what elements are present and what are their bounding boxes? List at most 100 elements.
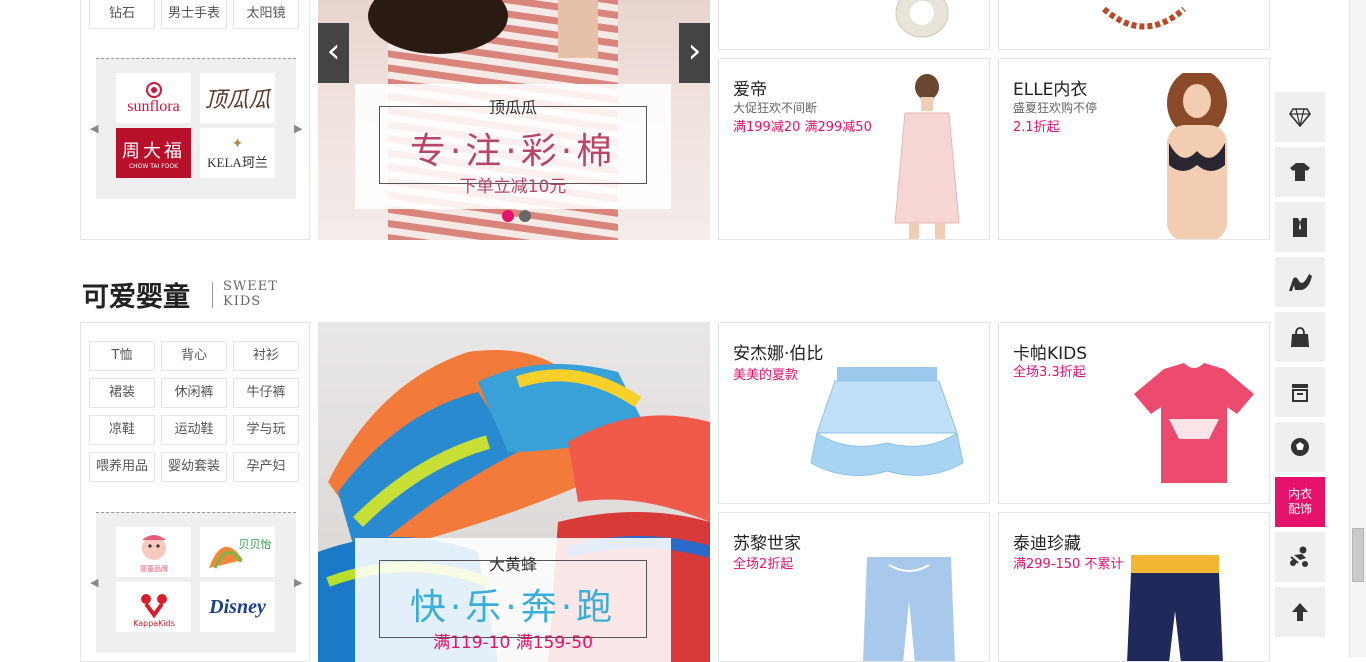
float-nav-baby[interactable] [1275, 532, 1325, 582]
svg-text:KappaKids: KappaKids [133, 619, 175, 628]
float-nav-active-label-1: 内衣 [1287, 487, 1312, 501]
tag-casual-pants[interactable]: 休闲裤 [161, 378, 227, 408]
float-nav-shoes[interactable] [1275, 257, 1325, 307]
tag-diamond[interactable]: 钻石 [89, 0, 155, 29]
brand-logo-beibeiyi[interactable]: 贝贝怡 [200, 527, 275, 577]
card-promo: 全场2折起 [733, 557, 794, 572]
tag-tshirt[interactable]: T恤 [89, 341, 155, 371]
brand-logo-sunflora[interactable]: sunflora [116, 73, 191, 123]
card-promo: 2.1折起 [1013, 120, 1060, 135]
home-icon [1292, 384, 1308, 402]
card-promo: 全场3.3折起 [1013, 365, 1086, 380]
card-desc: 盛夏狂欢购不停 [1013, 101, 1098, 115]
product-card-zurich-home[interactable]: 苏黎世家 全场2折起 [718, 512, 990, 662]
card-promo: 满299-150 不累计 [1013, 557, 1124, 572]
banner-headline: 专·注·彩·棉 [409, 131, 617, 172]
section-title: 可爱婴童 [82, 282, 190, 313]
brand-logo-dingguagua[interactable]: 顶瓜瓜 [200, 73, 275, 123]
pink-tshirt-image [1134, 363, 1254, 483]
banner-next-button[interactable]: › [679, 23, 710, 83]
banner-subtitle: 下单立减10元 [459, 177, 567, 197]
card-title: 泰迪珍藏 [1013, 534, 1081, 554]
brand-logo-disney[interactable]: Disney [200, 582, 275, 632]
tag-vest[interactable]: 背心 [161, 341, 227, 371]
brand-next-arrow[interactable]: ▶ [294, 122, 302, 135]
svg-text:贝贝怡: 贝贝怡 [238, 537, 271, 551]
tag-sneakers[interactable]: 运动鞋 [161, 415, 227, 445]
tag-men-watch[interactable]: 男士手表 [161, 0, 227, 29]
kids-shoes-banner[interactable]: 大黄蜂 快·乐·奔·跑 满119-10 满159-50 [318, 322, 710, 662]
tutu-skirt-image [810, 367, 964, 476]
float-nav-women-clothing[interactable] [1275, 147, 1325, 197]
banner-subtitle: 满119-10 满159-50 [433, 633, 593, 653]
brand-logo-balabala[interactable]: 婴童品牌 [116, 527, 191, 577]
tag-jeans[interactable]: 牛仔裤 [233, 378, 299, 408]
float-nav-men-clothing[interactable] [1275, 202, 1325, 252]
high-heel-icon [1289, 274, 1312, 291]
page-scrollbar[interactable] [1349, 0, 1366, 657]
tag-sandals[interactable]: 凉鞋 [89, 415, 155, 445]
tag-learn-play[interactable]: 学与玩 [233, 415, 299, 445]
navy-shorts-image [1127, 555, 1223, 661]
tag-feeding[interactable]: 喂养用品 [89, 452, 155, 482]
banner-prev-button[interactable]: ‹ [318, 23, 349, 83]
svg-text:婴童品牌: 婴童品牌 [140, 564, 168, 573]
brand-next-arrow[interactable]: ▶ [294, 576, 302, 589]
tag-shirt[interactable]: 衬衫 [233, 341, 299, 371]
blue-pants-image [863, 557, 955, 661]
kids-category-panel: T恤 背心 衬衫 裙装 休闲裤 牛仔裤 凉鞋 运动鞋 学与玩 喂养用品 婴幼套装… [80, 322, 310, 662]
product-card-elle[interactable]: ELLE内衣 盛夏狂欢购不停 2.1折起 [998, 58, 1270, 240]
bag-icon [1291, 327, 1309, 347]
float-nav-bags[interactable] [1275, 312, 1325, 362]
tag-sunglasses[interactable]: 太阳镜 [233, 0, 299, 29]
lingerie-model-image [1167, 73, 1227, 239]
section-title-divider [212, 282, 213, 308]
brand-logo-kappa-kids[interactable]: KappaKids [116, 582, 191, 632]
card-promo: 美美的夏款 [733, 368, 799, 383]
brand-prev-arrow[interactable]: ◀ [90, 122, 98, 135]
jade-pendant-image [895, 0, 949, 38]
banner-dot-active[interactable] [502, 210, 514, 222]
brand-carousel: ◀ ▶ sunflora 顶瓜瓜 周大福 CHOW TAI FOOK ✦ KEL… [90, 58, 302, 199]
brand-logo-kela[interactable]: ✦ KELA珂兰 [200, 128, 275, 178]
float-nav-home[interactable] [1275, 367, 1325, 417]
float-nav-sports[interactable] [1275, 422, 1325, 472]
brand-logo-chow-tai-fook[interactable]: 周大福 CHOW TAI FOOK [116, 128, 191, 178]
card-desc: 大促狂欢不间断 [733, 101, 818, 115]
product-card-teddy[interactable]: 泰迪珍藏 满299-150 不累计 [998, 512, 1270, 662]
underwear-banner[interactable]: ‹ › 顶瓜瓜 专·注·彩·棉 下单立减10元 [318, 0, 710, 240]
bead-bracelet-image [1102, 6, 1186, 30]
card-title: ELLE内衣 [1013, 80, 1088, 100]
suit-icon [1293, 218, 1307, 237]
banner-caption: 顶瓜瓜 专·注·彩·棉 下单立减10元 [355, 84, 671, 209]
back-to-top-icon [1292, 603, 1308, 621]
product-card-kappa-kids[interactable]: 卡帕KIDS 全场3.3折起 [998, 322, 1270, 504]
product-card-top-1[interactable] [718, 0, 990, 50]
baby-icon [1290, 546, 1308, 567]
kids-brand-carousel: ◀ ▶ 婴童品牌 贝贝怡 KappaKids Disney [90, 512, 302, 653]
product-card-top-2[interactable] [998, 0, 1270, 50]
banner-brand-name: 顶瓜瓜 [488, 98, 537, 117]
tag-infant-set[interactable]: 婴幼套装 [161, 452, 227, 482]
tag-maternity[interactable]: 孕产妇 [233, 452, 299, 482]
card-title: 安杰娜·伯比 [733, 344, 824, 364]
jewelry-category-panel: 钻石 男士手表 太阳镜 ◀ ▶ sunflora 顶瓜瓜 周大福 CHOW TA… [80, 0, 310, 240]
product-card-angela[interactable]: 安杰娜·伯比 美美的夏款 [718, 322, 990, 504]
product-card-aidi[interactable]: 爱帝 大促狂欢不间断 满199减20 满299减50 [718, 58, 990, 240]
float-nav-lingerie-active[interactable]: 内衣 配饰 [1275, 477, 1325, 527]
float-nav-active-label-2: 配饰 [1287, 502, 1312, 516]
nightdress-model-image [894, 74, 960, 239]
tshirt-icon [1290, 163, 1310, 181]
scrollbar-thumb[interactable] [1352, 528, 1364, 582]
section-title-en-1: SWEET [223, 279, 278, 294]
card-promo: 满199减20 满299减50 [733, 120, 872, 135]
float-nav-jewelry[interactable] [1275, 92, 1325, 142]
tag-dress[interactable]: 裙装 [89, 378, 155, 408]
banner-dot[interactable] [519, 210, 531, 222]
brand-prev-arrow[interactable]: ◀ [90, 576, 98, 589]
card-title: 爱帝 [733, 80, 767, 100]
float-nav-back-to-top[interactable] [1275, 587, 1325, 637]
banner-headline: 快·乐·奔·跑 [409, 587, 617, 628]
banner-brand-name: 大黄蜂 [488, 555, 537, 574]
diamond-icon [1289, 108, 1311, 127]
